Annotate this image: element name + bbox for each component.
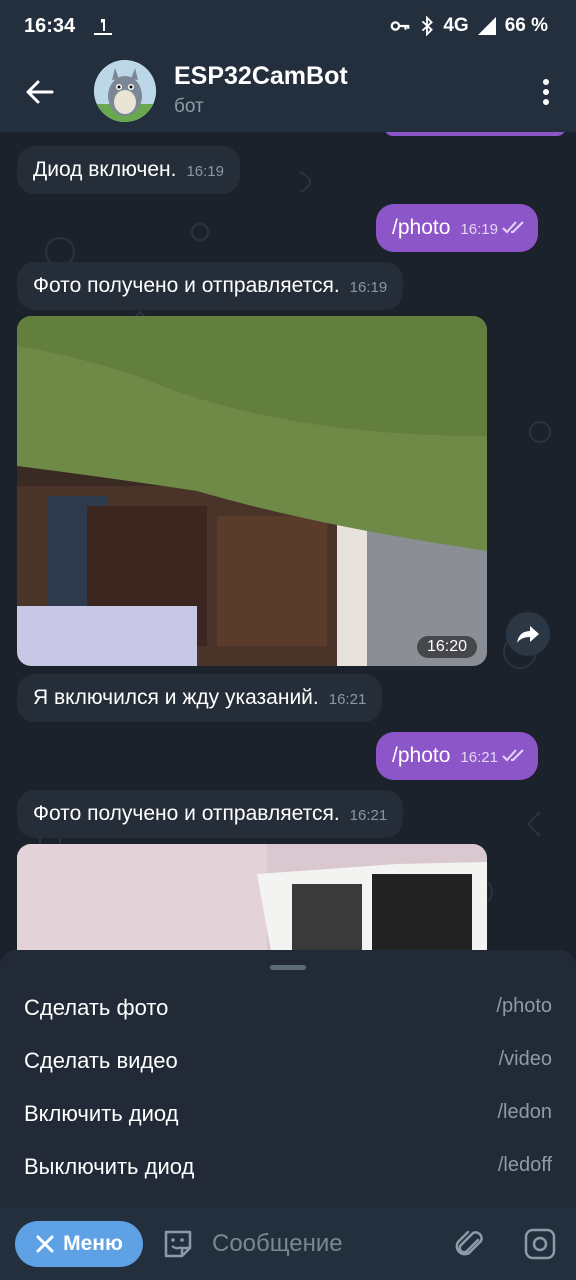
message-bubble-incoming[interactable]: Я включился и жду указаний. 16:21: [17, 674, 383, 722]
message-input[interactable]: Сообщение: [212, 1230, 343, 1258]
menu-button-label: Меню: [63, 1232, 123, 1255]
message-text: Диод включен.: [33, 158, 177, 181]
command-item-photo[interactable]: Сделать фото /photo: [0, 985, 576, 1037]
double-check-icon: [502, 221, 524, 234]
battery-level: 66 %: [504, 15, 548, 36]
command-code: /video: [498, 1048, 552, 1070]
message-text: Я включился и жду указаний.: [33, 686, 319, 709]
photo-time: 16:20: [416, 636, 477, 658]
message-time: 16:21: [460, 749, 498, 766]
message-bubble-outgoing[interactable]: /photo 16:21: [376, 732, 538, 780]
command-item-ledoff[interactable]: Выключить диод /ledoff: [0, 1144, 576, 1196]
chat-header: ESP32CamBot бот: [0, 54, 576, 132]
attach-icon[interactable]: [452, 1226, 488, 1262]
sticker-icon[interactable]: [160, 1226, 196, 1262]
message-text: Фото получено и отправляется.: [33, 274, 340, 297]
signal-icon: [477, 17, 496, 35]
message-time: 16:19: [460, 221, 498, 238]
bluetooth-icon: [422, 15, 434, 37]
status-bar: 16:34 4G 66 %: [0, 0, 576, 54]
message-text: Фото получено и отправляется.: [33, 802, 340, 825]
command-label: Сделать фото: [24, 995, 169, 1020]
command-code: /photo: [496, 995, 552, 1017]
message-time: 16:19: [349, 279, 388, 296]
avatar[interactable]: [94, 60, 156, 122]
status-time: 16:34: [24, 15, 76, 37]
forward-icon: [517, 626, 539, 643]
message-bubble-outgoing-partial[interactable]: [384, 132, 566, 136]
message-time: 16:21: [328, 691, 367, 708]
menu-button[interactable]: Меню: [15, 1221, 143, 1267]
camera-photo-image: [17, 844, 487, 950]
message-input-bar: Меню Сообщение: [0, 1208, 576, 1280]
forward-button[interactable]: [506, 612, 550, 656]
command-label: Выключить диод: [24, 1154, 195, 1179]
camera-photo-image: [17, 316, 487, 666]
sheet-handle[interactable]: [270, 965, 306, 970]
message-bubble-incoming[interactable]: Фото получено и отправляется. 16:19: [17, 262, 404, 310]
message-time: 16:21: [349, 807, 388, 824]
network-type: 4G: [443, 15, 469, 36]
message-time: 16:19: [186, 163, 224, 180]
message-bubble-outgoing[interactable]: /photo 16:19: [376, 204, 538, 252]
more-vert-icon[interactable]: [540, 76, 552, 108]
command-code: /ledoff: [497, 1154, 552, 1176]
command-label: Включить диод: [24, 1101, 179, 1126]
chat-history[interactable]: Диод включен. 16:19 /photo 16:19 Фото полу…: [0, 132, 576, 950]
command-item-ledon[interactable]: Включить диод /ledon: [0, 1091, 576, 1143]
close-icon: [36, 1235, 54, 1253]
double-check-icon: [502, 749, 524, 762]
command-code: /ledon: [497, 1101, 553, 1123]
photo-message[interactable]: [17, 844, 487, 950]
key-icon: [390, 21, 410, 31]
message-bubble-incoming[interactable]: Диод включен. 16:19: [17, 146, 240, 194]
notification-logo-icon: [94, 19, 112, 35]
chat-subtitle: бот: [174, 96, 204, 117]
bot-command-menu: Сделать фото /photo Сделать видео /video…: [0, 950, 576, 1208]
chat-title[interactable]: ESP32CamBot: [174, 62, 348, 91]
camera-icon[interactable]: [522, 1226, 558, 1262]
photo-message[interactable]: 16:20: [17, 316, 487, 666]
message-bubble-incoming[interactable]: Фото получено и отправляется. 16:21: [17, 790, 404, 838]
command-item-video[interactable]: Сделать видео /video: [0, 1038, 576, 1090]
command-label: Сделать видео: [24, 1048, 178, 1073]
message-text: /photo: [392, 216, 451, 239]
back-arrow-icon[interactable]: [22, 74, 58, 110]
message-text: /photo: [392, 744, 451, 767]
